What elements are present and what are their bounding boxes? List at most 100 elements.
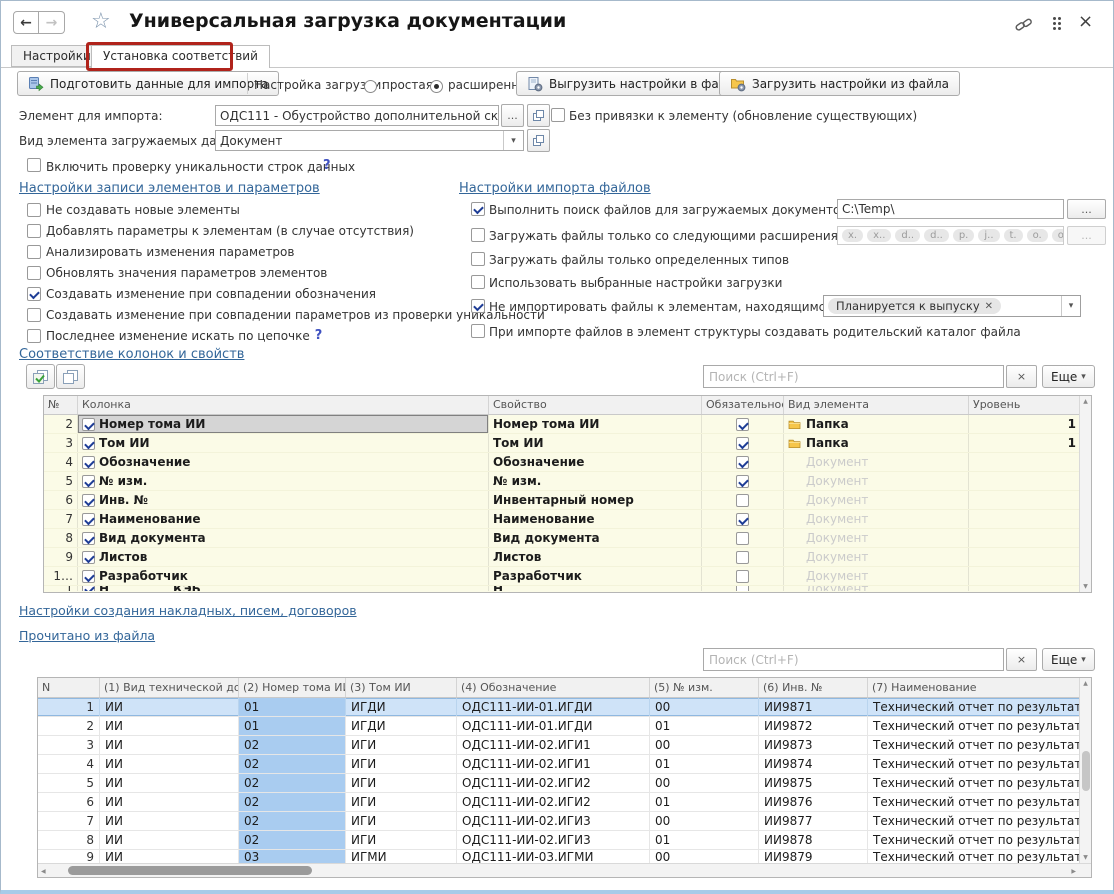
table-row[interactable]: 2ИИ01ИГДИОДС111-ИИ-01.ИГДИ01ИИ9872Технич… bbox=[38, 717, 1091, 736]
cell-column[interactable]: Вид документа bbox=[78, 529, 489, 547]
no-binding-label[interactable]: Без привязки к элементу (обновление суще… bbox=[569, 109, 917, 123]
column-header[interactable]: Свойство bbox=[489, 396, 702, 414]
vertical-scrollbar[interactable]: ▲ ▼ bbox=[1079, 396, 1091, 592]
column-header[interactable]: Вид элемента bbox=[784, 396, 969, 414]
cell-required[interactable] bbox=[702, 510, 784, 528]
cell[interactable]: ИИ9875 bbox=[759, 774, 868, 792]
cell[interactable]: ИИ bbox=[100, 717, 239, 735]
tab-settings[interactable]: Настройки bbox=[11, 45, 103, 67]
uniqueness-check-checkbox[interactable] bbox=[27, 158, 41, 172]
checkbox[interactable] bbox=[736, 494, 749, 507]
table-row[interactable]: 9ЛистовЛистовДокумент bbox=[44, 548, 1091, 567]
cell-kind[interactable]: Документ bbox=[784, 472, 969, 490]
table-row[interactable]: 4ОбозначениеОбозначениеДокумент bbox=[44, 453, 1091, 472]
cell[interactable]: Технический отчет по результатам... bbox=[868, 774, 1081, 792]
cell[interactable]: ОДС111-ИИ-02.ИГИ3 bbox=[457, 812, 650, 830]
cell[interactable]: Технический отчет по результатам... bbox=[868, 755, 1081, 773]
cell[interactable]: 9 bbox=[38, 850, 100, 863]
more-button[interactable]: Еще▾ bbox=[1042, 365, 1095, 388]
checkbox[interactable] bbox=[736, 456, 749, 469]
element-for-import-input[interactable]: ОДС111 - Обустройство дополнительной скв… bbox=[215, 105, 499, 126]
cell-column[interactable]: Обозначение bbox=[78, 453, 489, 471]
cell-number[interactable]: 1… bbox=[44, 567, 78, 585]
cell-column[interactable]: НКЭБ bbox=[78, 586, 489, 591]
cell[interactable]: ИИ9871 bbox=[759, 698, 868, 716]
matching-search-input[interactable] bbox=[703, 365, 1004, 388]
checkbox[interactable] bbox=[27, 245, 41, 259]
cell[interactable]: ОДС111-ИИ-02.ИГИ1 bbox=[457, 755, 650, 773]
checkbox[interactable] bbox=[736, 513, 749, 526]
table-row[interactable]: 8ИИ02ИГИОДС111-ИИ-02.ИГИ301ИИ9878Техниче… bbox=[38, 831, 1091, 850]
cell[interactable]: ИИ bbox=[100, 812, 239, 830]
cell[interactable]: ИИ9876 bbox=[759, 793, 868, 811]
cell[interactable]: 01 bbox=[650, 755, 759, 773]
cell[interactable]: ИГДИ bbox=[346, 717, 457, 735]
scroll-right-icon[interactable]: ▶ bbox=[1071, 868, 1076, 875]
cell[interactable]: ИИ bbox=[100, 774, 239, 792]
cell[interactable]: ИИ9877 bbox=[759, 812, 868, 830]
checkbox[interactable] bbox=[736, 532, 749, 545]
checkbox[interactable] bbox=[736, 418, 749, 431]
column-header[interactable]: Обязательное bbox=[702, 396, 784, 414]
element-open-button[interactable] bbox=[527, 104, 550, 127]
cell[interactable]: 7 bbox=[38, 812, 100, 830]
cell-column[interactable]: Наименование bbox=[78, 510, 489, 528]
element-kind-open-button[interactable] bbox=[527, 129, 550, 152]
cell-required[interactable] bbox=[702, 453, 784, 471]
cell[interactable]: 00 bbox=[650, 850, 759, 863]
cell-required[interactable] bbox=[702, 472, 784, 490]
cell-kind[interactable]: Документ bbox=[784, 586, 969, 591]
cell-required[interactable] bbox=[702, 529, 784, 547]
cell-number[interactable]: 6 bbox=[44, 491, 78, 509]
checkbox[interactable] bbox=[736, 475, 749, 488]
cell[interactable]: 02 bbox=[239, 812, 346, 830]
record-setting-row[interactable]: Обновлять значения параметров элементов bbox=[27, 262, 467, 283]
cell-level[interactable] bbox=[969, 567, 1081, 585]
cell[interactable]: ИГИ bbox=[346, 736, 457, 754]
checkbox[interactable] bbox=[27, 203, 41, 217]
column-header[interactable]: (3) Том ИИ bbox=[346, 678, 457, 697]
cell[interactable]: ИИ bbox=[100, 755, 239, 773]
uncheck-all-button[interactable] bbox=[56, 364, 85, 389]
back-button[interactable]: ← bbox=[13, 11, 39, 34]
cell-property[interactable]: Листов bbox=[489, 548, 702, 566]
checkbox[interactable] bbox=[27, 329, 41, 343]
column-header[interactable]: Колонка bbox=[78, 396, 489, 414]
scroll-down-icon[interactable]: ▼ bbox=[1083, 854, 1088, 861]
column-header[interactable]: (2) Номер тома ИИ bbox=[239, 678, 346, 697]
checkbox[interactable] bbox=[82, 418, 95, 431]
cell-level[interactable]: 1 bbox=[969, 415, 1081, 433]
table-row[interactable]: 1НКЭБНДокумент bbox=[44, 586, 1091, 591]
cell-number[interactable]: 4 bbox=[44, 453, 78, 471]
cell[interactable]: ИИ bbox=[100, 850, 239, 863]
cell-kind[interactable]: Документ bbox=[784, 510, 969, 528]
cell[interactable]: 02 bbox=[239, 755, 346, 773]
cell-number[interactable]: 9 bbox=[44, 548, 78, 566]
table-row[interactable]: 8Вид документаВид документаДокумент bbox=[44, 529, 1091, 548]
radio-extended[interactable] bbox=[430, 80, 443, 93]
checkbox[interactable] bbox=[736, 437, 749, 450]
checkbox[interactable] bbox=[82, 494, 95, 507]
chevron-down-icon[interactable]: ▾ bbox=[1061, 296, 1080, 316]
cell-property[interactable]: Разработчик bbox=[489, 567, 702, 585]
cell[interactable]: 1 bbox=[38, 698, 100, 716]
cell[interactable]: ИГИ bbox=[346, 755, 457, 773]
table-row[interactable]: 3Том ИИТом ИИПапка1 bbox=[44, 434, 1091, 453]
cell[interactable]: ОДС111-ИИ-02.ИГИ2 bbox=[457, 774, 650, 792]
only-types-checkbox[interactable] bbox=[471, 252, 485, 266]
file-import-settings-header-link[interactable]: Настройки импорта файлов bbox=[459, 181, 651, 196]
cell-number[interactable]: 8 bbox=[44, 529, 78, 547]
use-selected-checkbox[interactable] bbox=[471, 275, 485, 289]
extensions-tag-field[interactable]: x.x..d..d..p.j..t.o.o.o.. bbox=[837, 226, 1064, 245]
parent-catalog-label[interactable]: При импорте файлов в элемент структуры с… bbox=[489, 325, 1021, 339]
search-files-checkbox[interactable] bbox=[471, 202, 485, 216]
checkbox[interactable] bbox=[82, 456, 95, 469]
cell-number[interactable]: 3 bbox=[44, 434, 78, 452]
cell-property[interactable]: Том ИИ bbox=[489, 434, 702, 452]
checkbox[interactable] bbox=[27, 308, 41, 322]
horizontal-scrollbar[interactable]: ◀ ▶ bbox=[38, 863, 1091, 877]
checkbox[interactable] bbox=[82, 570, 95, 583]
extensions-label[interactable]: Загружать файлы только со следующими рас… bbox=[489, 229, 855, 243]
table-row[interactable]: 9ИИ03ИГМИОДС111-ИИ-03.ИГМИ00ИИ9879Технич… bbox=[38, 850, 1091, 863]
use-selected-label[interactable]: Использовать выбранные настройки загрузк… bbox=[489, 276, 782, 290]
